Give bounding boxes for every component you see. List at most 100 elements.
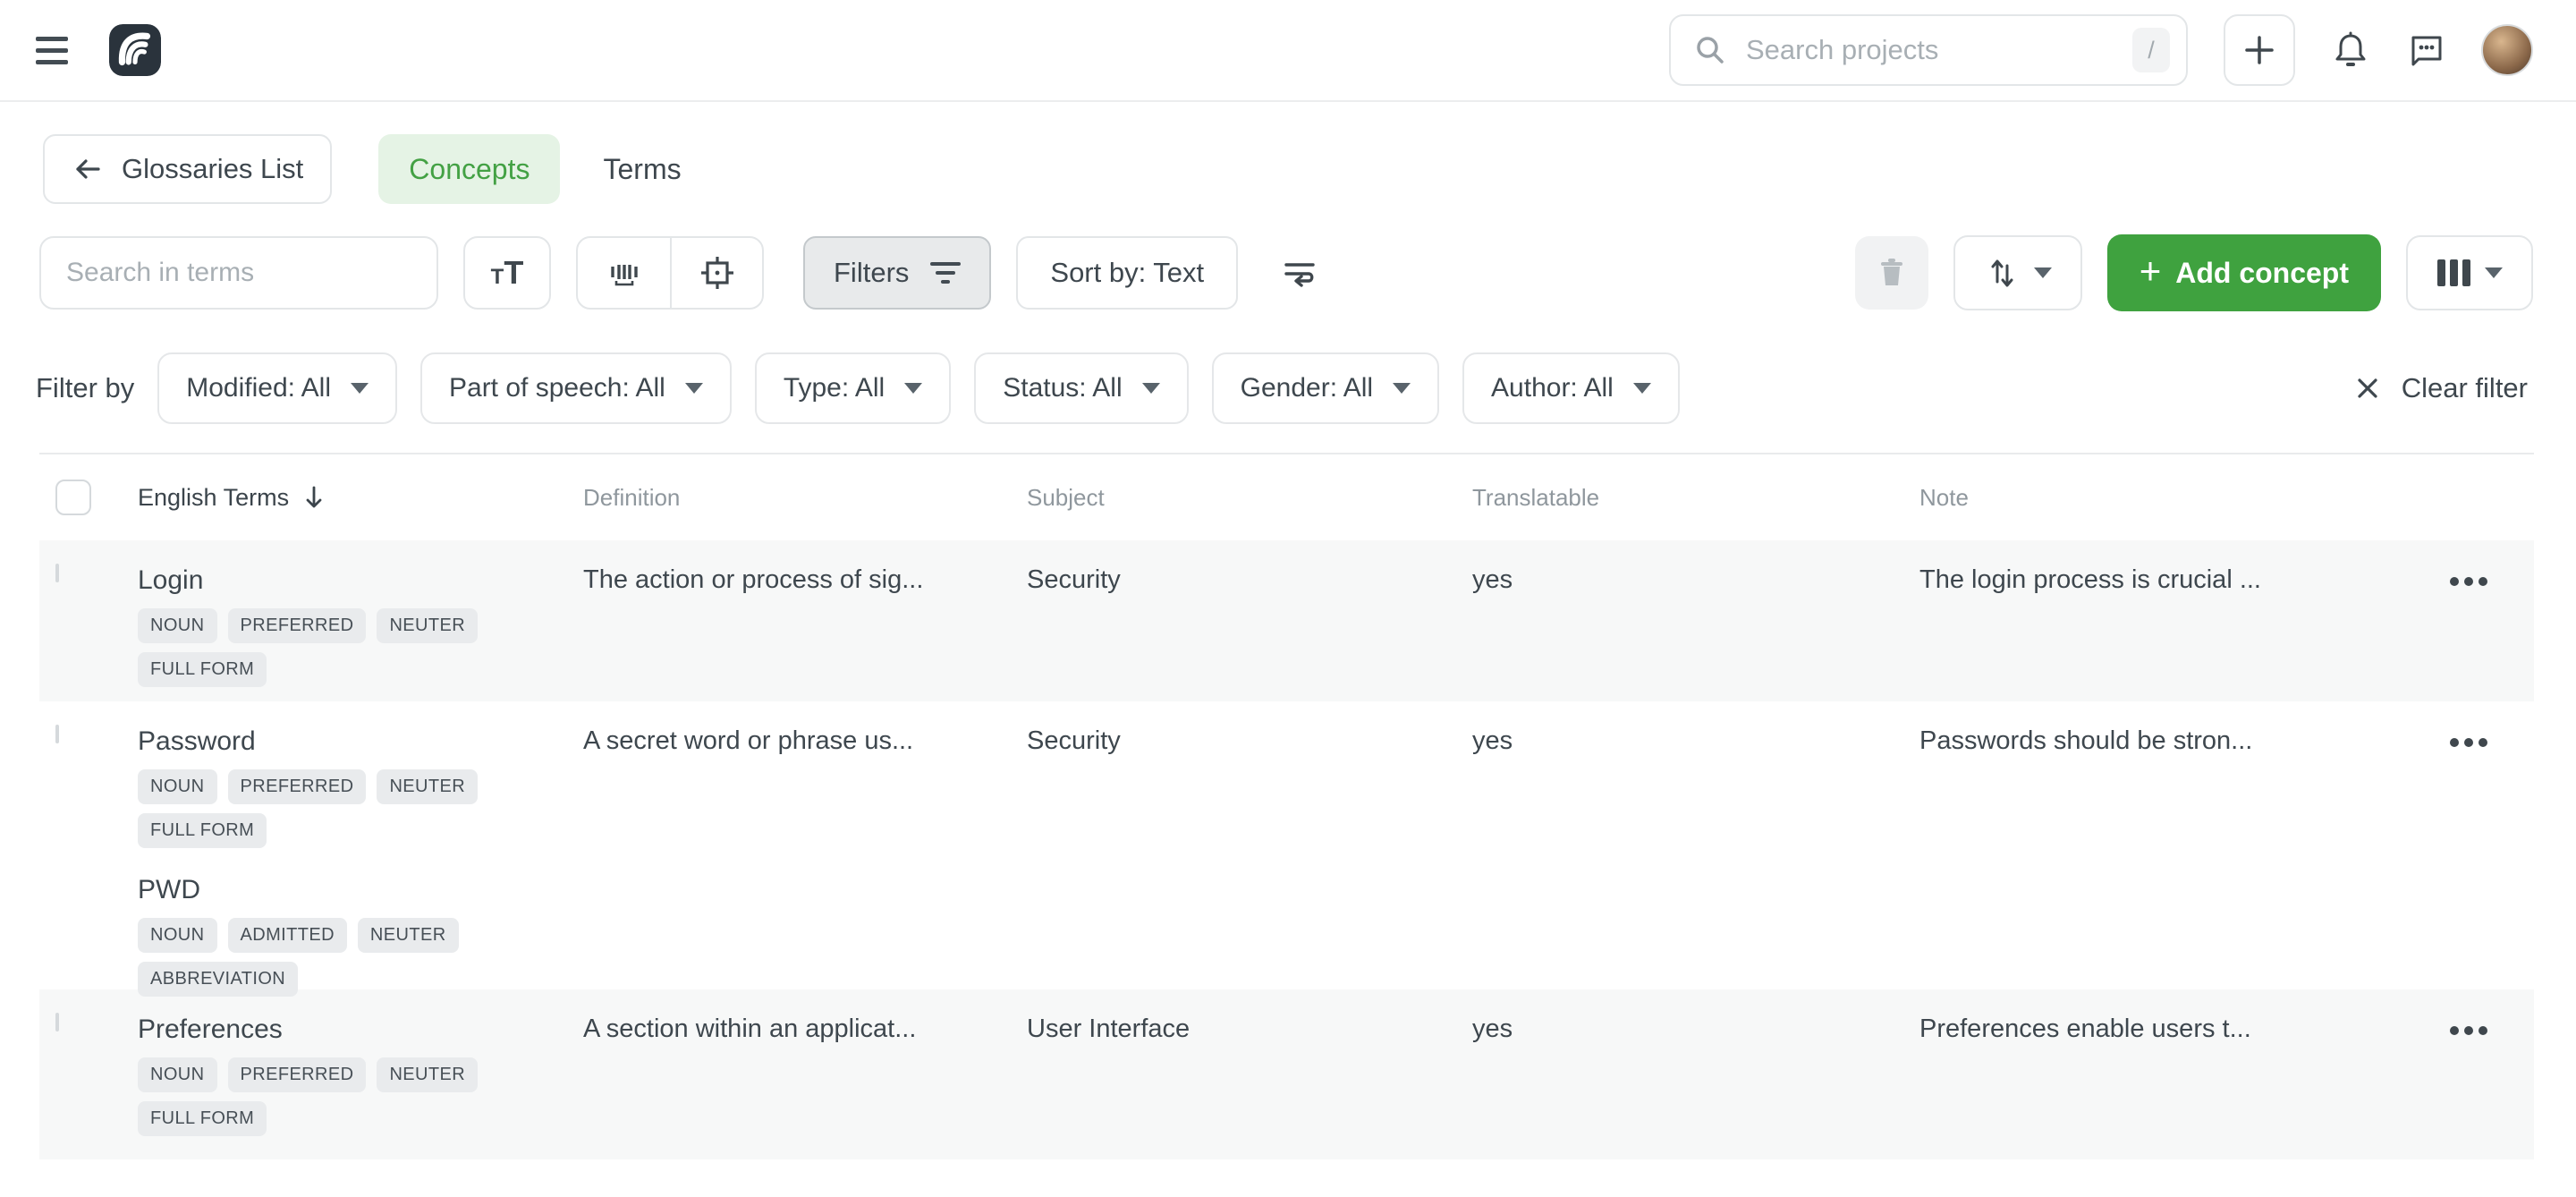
tab-terms[interactable]: Terms [603, 153, 681, 186]
table-header-row: English Terms Definition Subject Transla… [39, 454, 2534, 540]
table-row[interactable]: Login NOUN PREFERRED NEUTER FULL FORM Th… [39, 540, 2534, 701]
chevron-down-icon [685, 383, 703, 394]
filter-status[interactable]: Status: All [974, 352, 1188, 424]
add-concept-button[interactable]: + Add concept [2107, 234, 2381, 311]
chat-feedback-icon[interactable] [2406, 30, 2445, 70]
exact-match-icon [698, 253, 737, 293]
wrap-text-button[interactable] [1279, 252, 1320, 293]
table-row[interactable]: Preferences NOUN PREFERRED NEUTER FULL F… [39, 989, 2534, 1159]
create-new-button[interactable] [2224, 14, 2295, 86]
row-checkbox[interactable] [55, 725, 59, 743]
user-avatar[interactable] [2481, 24, 2533, 76]
search-in-terms-box[interactable] [39, 236, 438, 310]
row-checkbox[interactable] [55, 564, 59, 582]
match-case-button[interactable]: TT [463, 236, 551, 310]
filter-modified[interactable]: Modified: All [157, 352, 397, 424]
close-icon [2353, 374, 2382, 403]
plus-icon: + [2140, 252, 2162, 290]
chevron-down-icon [1633, 383, 1651, 394]
definition-cell: A section within an applicat... [583, 989, 1027, 1159]
topnav-actions: / [1669, 14, 2533, 86]
delete-button[interactable] [1855, 236, 1928, 310]
badge: PREFERRED [228, 608, 367, 643]
tab-concepts[interactable]: Concepts [378, 134, 560, 204]
badge: NOUN [138, 608, 217, 643]
term-name[interactable]: Login [138, 565, 583, 596]
back-to-glossaries-button[interactable]: Glossaries List [43, 134, 332, 204]
menu-icon[interactable] [36, 37, 75, 64]
filter-author[interactable]: Author: All [1462, 352, 1680, 424]
column-header-translatable: Translatable [1472, 484, 1919, 512]
badge: NEUTER [358, 918, 459, 953]
glossary-tabs: Glossaries List Concepts Terms [43, 134, 2576, 204]
search-in-terms-input[interactable] [64, 257, 413, 289]
filter-part-of-speech[interactable]: Part of speech: All [420, 352, 732, 424]
translatable-cell: yes [1472, 540, 1919, 701]
row-actions-button[interactable] [2450, 1025, 2487, 1036]
row-checkbox[interactable] [55, 1013, 59, 1031]
badge: FULL FORM [138, 813, 267, 848]
terms-toolbar: TT Filters [39, 234, 2533, 311]
sort-by-button[interactable]: Sort by: Text [1016, 236, 1238, 310]
columns-icon [2437, 259, 2470, 286]
search-icon [1694, 34, 1726, 66]
term-name[interactable]: PWD [138, 875, 583, 905]
term-name[interactable]: Password [138, 726, 583, 757]
filter-bar: Filter by Modified: All Part of speech: … [36, 352, 2533, 424]
toolbar-right-actions: + Add concept [1855, 234, 2533, 311]
chevron-down-icon [1393, 383, 1411, 394]
column-settings-button[interactable] [2406, 235, 2533, 310]
term-badges: FULL FORM [138, 1101, 583, 1136]
whole-word-button[interactable] [578, 238, 670, 308]
badge: NOUN [138, 918, 217, 953]
subject-cell: User Interface [1027, 989, 1472, 1159]
badge: FULL FORM [138, 652, 267, 687]
row-actions-button[interactable] [2450, 737, 2487, 748]
notifications-bell-icon[interactable] [2331, 30, 2370, 70]
filter-gender[interactable]: Gender: All [1212, 352, 1439, 424]
search-projects-input[interactable] [1744, 33, 2114, 67]
top-navigation: / [0, 0, 2576, 102]
column-header-label: English Terms [138, 484, 289, 512]
keyboard-shortcut-badge: / [2132, 28, 2170, 72]
exact-match-button[interactable] [670, 238, 762, 308]
search-options-group [576, 236, 764, 310]
badge: PREFERRED [228, 769, 367, 804]
badge: ADMITTED [228, 918, 347, 953]
sort-by-label: Sort by: Text [1050, 257, 1204, 289]
translatable-cell: yes [1472, 989, 1919, 1159]
term-name[interactable]: Preferences [138, 1014, 583, 1045]
term-badges: NOUN PREFERRED NEUTER [138, 608, 583, 643]
app-logo-icon[interactable] [109, 24, 161, 76]
terms-cell: Password NOUN PREFERRED NEUTER FULL FORM… [138, 701, 583, 997]
definition-cell: The action or process of sig... [583, 540, 1027, 701]
badge: NEUTER [377, 769, 478, 804]
import-export-button[interactable] [1953, 235, 2082, 310]
filter-icon [930, 262, 961, 284]
terms-cell: Preferences NOUN PREFERRED NEUTER FULL F… [138, 989, 583, 1159]
clear-filter-button[interactable]: Clear filter [2348, 371, 2533, 405]
chevron-down-icon [2485, 267, 2503, 278]
filters-button[interactable]: Filters [803, 236, 991, 310]
badge: FULL FORM [138, 1101, 267, 1136]
row-actions-button[interactable] [2450, 576, 2487, 587]
concepts-table: English Terms Definition Subject Transla… [39, 453, 2534, 1159]
wrap-text-icon [1279, 252, 1320, 293]
filter-status-label: Status: All [1003, 373, 1122, 403]
badge: NEUTER [377, 1057, 478, 1092]
filters-button-label: Filters [834, 257, 909, 289]
term-badges: FULL FORM [138, 652, 583, 687]
sort-arrows-icon [1984, 255, 2020, 291]
column-header-definition: Definition [583, 484, 1027, 512]
badge: NOUN [138, 769, 217, 804]
column-header-english-terms[interactable]: English Terms [138, 484, 583, 512]
filter-author-label: Author: All [1491, 373, 1614, 403]
search-projects-box[interactable]: / [1669, 14, 2188, 86]
filter-type[interactable]: Type: All [755, 352, 951, 424]
select-all-checkbox[interactable] [55, 480, 91, 515]
badge: NEUTER [377, 608, 478, 643]
sort-direction-down-icon [301, 484, 326, 511]
chevron-down-icon [351, 383, 369, 394]
table-row[interactable]: Password NOUN PREFERRED NEUTER FULL FORM… [39, 701, 2534, 989]
subject-cell: Security [1027, 701, 1472, 997]
